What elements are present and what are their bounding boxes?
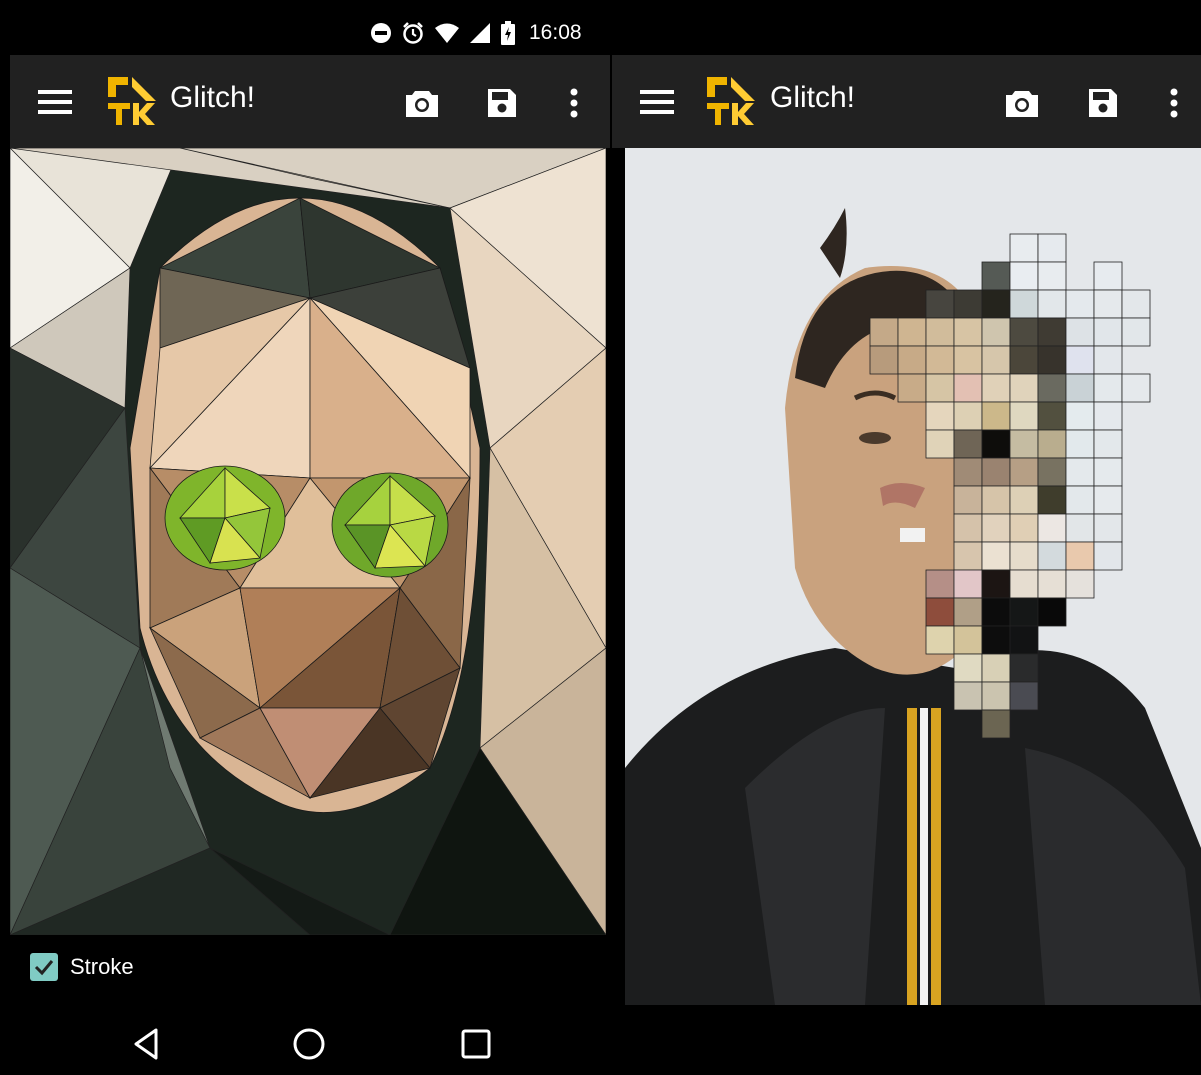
checkmark-icon: [34, 960, 54, 976]
pixelate-canvas[interactable]: [625, 148, 1201, 1005]
stroke-label: Stroke: [70, 954, 134, 979]
right-phone-screen: Glitch!: [612, 55, 1201, 1075]
navigation-bar: [10, 1010, 610, 1075]
camera-icon: [1006, 91, 1038, 117]
recents-icon[interactable]: [456, 1024, 496, 1064]
status-time: 16:08: [529, 21, 582, 44]
app-logo: [705, 75, 757, 127]
stroke-checkbox[interactable]: [30, 953, 58, 981]
camera-button[interactable]: [1004, 85, 1040, 121]
menu-icon[interactable]: [38, 90, 72, 114]
app-logo: [106, 75, 158, 127]
home-icon[interactable]: [289, 1024, 329, 1064]
more-options-button[interactable]: [556, 85, 592, 121]
signal-icon: [470, 23, 490, 43]
save-button[interactable]: [484, 85, 520, 121]
app-toolbar-right: Glitch!: [612, 55, 1201, 148]
save-icon: [1089, 89, 1117, 117]
left-phone-screen: Glitch! Stroke: [9, 55, 610, 1010]
do-not-disturb-icon: [371, 23, 391, 43]
battery-icon: [501, 21, 515, 45]
stroke-checkbox-row[interactable]: Stroke: [30, 953, 134, 981]
more-vert-icon: [570, 88, 578, 118]
lowpoly-portrait-image: [9, 147, 607, 937]
alarm-icon: [403, 22, 423, 44]
status-bar: 16:08: [10, 15, 1200, 55]
save-icon: [488, 89, 516, 117]
camera-button[interactable]: [404, 85, 440, 121]
lowpoly-canvas[interactable]: [9, 147, 607, 937]
wifi-icon: [435, 23, 459, 43]
camera-icon: [406, 91, 438, 117]
app-title: Glitch!: [170, 81, 256, 114]
more-vert-icon: [1170, 88, 1178, 118]
back-icon[interactable]: [128, 1024, 168, 1064]
app-title: Glitch!: [770, 81, 856, 114]
pixelated-portrait-image: [625, 148, 1201, 1005]
status-icons: 16:08: [370, 21, 582, 45]
more-options-button[interactable]: [1156, 85, 1192, 121]
app-toolbar: Glitch!: [10, 55, 610, 148]
save-button[interactable]: [1085, 85, 1121, 121]
menu-icon[interactable]: [640, 90, 674, 114]
